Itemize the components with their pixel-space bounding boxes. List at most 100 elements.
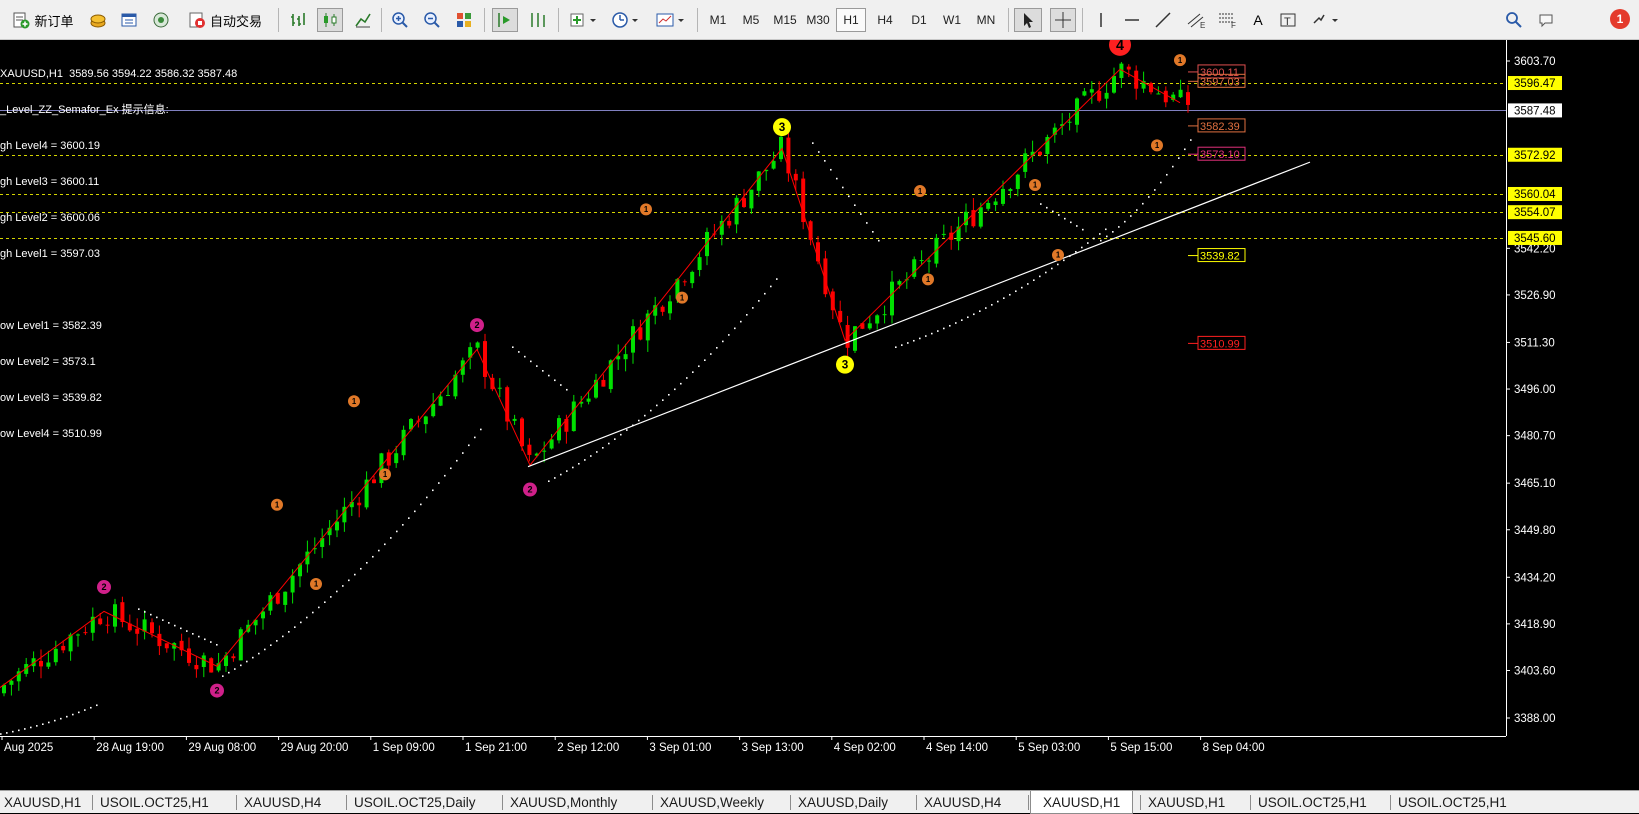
sar-dot	[1160, 181, 1162, 184]
equidistant-channel-button[interactable]: E	[1183, 8, 1209, 32]
templates-dropdown[interactable]	[652, 8, 690, 32]
info-line: gh Level4 = 3600.19	[0, 140, 101, 152]
sar-dot	[306, 616, 308, 619]
chart-tab[interactable]: XAUUSD,H1	[4, 795, 81, 810]
indicators-dropdown[interactable]	[566, 8, 602, 32]
candle-body	[1126, 66, 1131, 70]
info-line: ow Level1 = 3582.39	[0, 320, 102, 332]
chart-tab[interactable]: XAUUSD,Daily	[798, 795, 888, 810]
time-axis-label: 4 Sep 02:00	[834, 742, 896, 754]
candle-body	[742, 198, 746, 208]
candlestick-button[interactable]	[317, 8, 343, 32]
vertical-line-button[interactable]	[1089, 8, 1113, 32]
chart-tab[interactable]: XAUUSD,H4	[924, 795, 1001, 810]
data-window-button[interactable]	[117, 8, 141, 32]
chart-tab[interactable]: XAUUSD,H4	[244, 795, 321, 810]
new-order-button[interactable]: 新订单	[6, 8, 80, 32]
timeframe-h4[interactable]: H4	[870, 8, 900, 32]
level-label: 3597.03	[1200, 76, 1240, 88]
candle-body	[1015, 174, 1020, 189]
semafor-marker: 4	[1109, 33, 1131, 56]
chart-tab[interactable]: USOIL.OCT25,H1	[1398, 795, 1507, 810]
sar-dot	[1033, 279, 1035, 282]
sar-dot	[860, 213, 862, 215]
sar-dot	[584, 459, 586, 461]
notifications-button[interactable]	[1534, 8, 1558, 32]
fibonacci-button[interactable]: F	[1214, 8, 1240, 32]
sar-dot	[252, 656, 254, 659]
chart-tab[interactable]: USOIL.OCT25,H1	[100, 795, 209, 810]
sar-dot	[985, 307, 987, 309]
toolbar-separator	[697, 8, 698, 32]
timeframe-m30[interactable]: M30	[802, 8, 834, 32]
chart-tab[interactable]: USOIL.OCT25,H1	[1258, 795, 1367, 810]
sar-dot	[318, 606, 320, 609]
sar-dot	[812, 142, 814, 144]
horizontal-line-button[interactable]	[1120, 8, 1144, 32]
price-axis-label: 3465.10	[1514, 478, 1556, 490]
chart-tab[interactable]: XAUUSD,H1	[1030, 791, 1134, 814]
timeframe-m1[interactable]: M1	[703, 8, 733, 32]
sar-dot	[1021, 286, 1023, 289]
timeframe-d1[interactable]: D1	[904, 8, 934, 32]
semafor-label: 1	[1155, 141, 1160, 150]
price-axis-label: 3542.20	[1514, 243, 1556, 255]
chart-tab[interactable]: XAUUSD,H1	[1148, 795, 1225, 810]
sar-dot	[878, 239, 880, 242]
candle-body	[986, 202, 991, 209]
templates-icon	[656, 13, 684, 27]
candle-body	[157, 633, 162, 647]
auto-scroll-button[interactable]	[492, 8, 518, 32]
timeframe-m15[interactable]: M15	[769, 8, 801, 32]
chart-tab[interactable]: USOIL.OCT25,Daily	[354, 795, 476, 810]
sar-dot	[973, 313, 975, 316]
sar-dot	[1070, 221, 1072, 224]
chart-tab[interactable]: XAUUSD,Weekly	[660, 795, 764, 810]
timeframe-m5[interactable]: M5	[736, 8, 766, 32]
candle-body	[283, 591, 288, 605]
chart-shift-button[interactable]	[525, 8, 551, 32]
sar-dot	[378, 549, 380, 552]
trendline-button[interactable]	[1151, 8, 1175, 32]
sar-dot	[1081, 246, 1083, 249]
tile-windows-button[interactable]	[452, 8, 476, 32]
semafor-marker: 1	[1151, 139, 1163, 152]
sar-dot	[0, 733, 2, 735]
candle-body	[150, 622, 154, 634]
timeframe-w1[interactable]: W1	[937, 8, 967, 32]
auto-trading-button[interactable]: 自动交易	[181, 8, 269, 32]
notification-badge[interactable]: 1	[1610, 9, 1630, 29]
sar-dot	[925, 335, 927, 337]
periods-dropdown[interactable]	[608, 8, 644, 32]
semafor-label: 1	[275, 500, 280, 509]
timeframe-mn[interactable]: MN	[970, 8, 1002, 32]
candle-body	[1178, 89, 1183, 98]
chart-tab[interactable]: XAUUSD,Monthly	[510, 795, 617, 810]
sar-dot	[1052, 210, 1054, 213]
sar-dot	[638, 419, 640, 422]
sar-dot	[192, 633, 194, 635]
zoom-in-button[interactable]	[388, 8, 412, 32]
sar-dot	[662, 399, 664, 401]
navigator-button[interactable]	[149, 8, 173, 32]
price-axis-label: 3388.00	[1514, 713, 1556, 725]
market-watch-button[interactable]	[86, 8, 110, 32]
timeframe-h1[interactable]: H1	[836, 8, 866, 32]
line-chart-button[interactable]	[351, 8, 375, 32]
search-button[interactable]	[1502, 8, 1526, 32]
sar-dot	[1142, 202, 1144, 205]
crosshair-button[interactable]	[1050, 8, 1076, 32]
sar-dot	[198, 635, 200, 638]
candle-body	[919, 260, 924, 262]
candle-body	[727, 220, 732, 226]
tab-separator	[92, 795, 93, 810]
time-axis-label: 1 Sep 21:00	[465, 742, 527, 754]
text-tool-button[interactable]: A	[1246, 8, 1270, 32]
text-label-button[interactable]: T	[1276, 8, 1300, 32]
sar-dot	[1105, 228, 1107, 231]
sar-dot	[961, 319, 963, 321]
arrows-dropdown[interactable]	[1308, 8, 1344, 32]
cursor-button[interactable]	[1014, 8, 1042, 32]
bar-chart-button[interactable]	[286, 8, 310, 32]
zoom-out-button[interactable]	[420, 8, 444, 32]
